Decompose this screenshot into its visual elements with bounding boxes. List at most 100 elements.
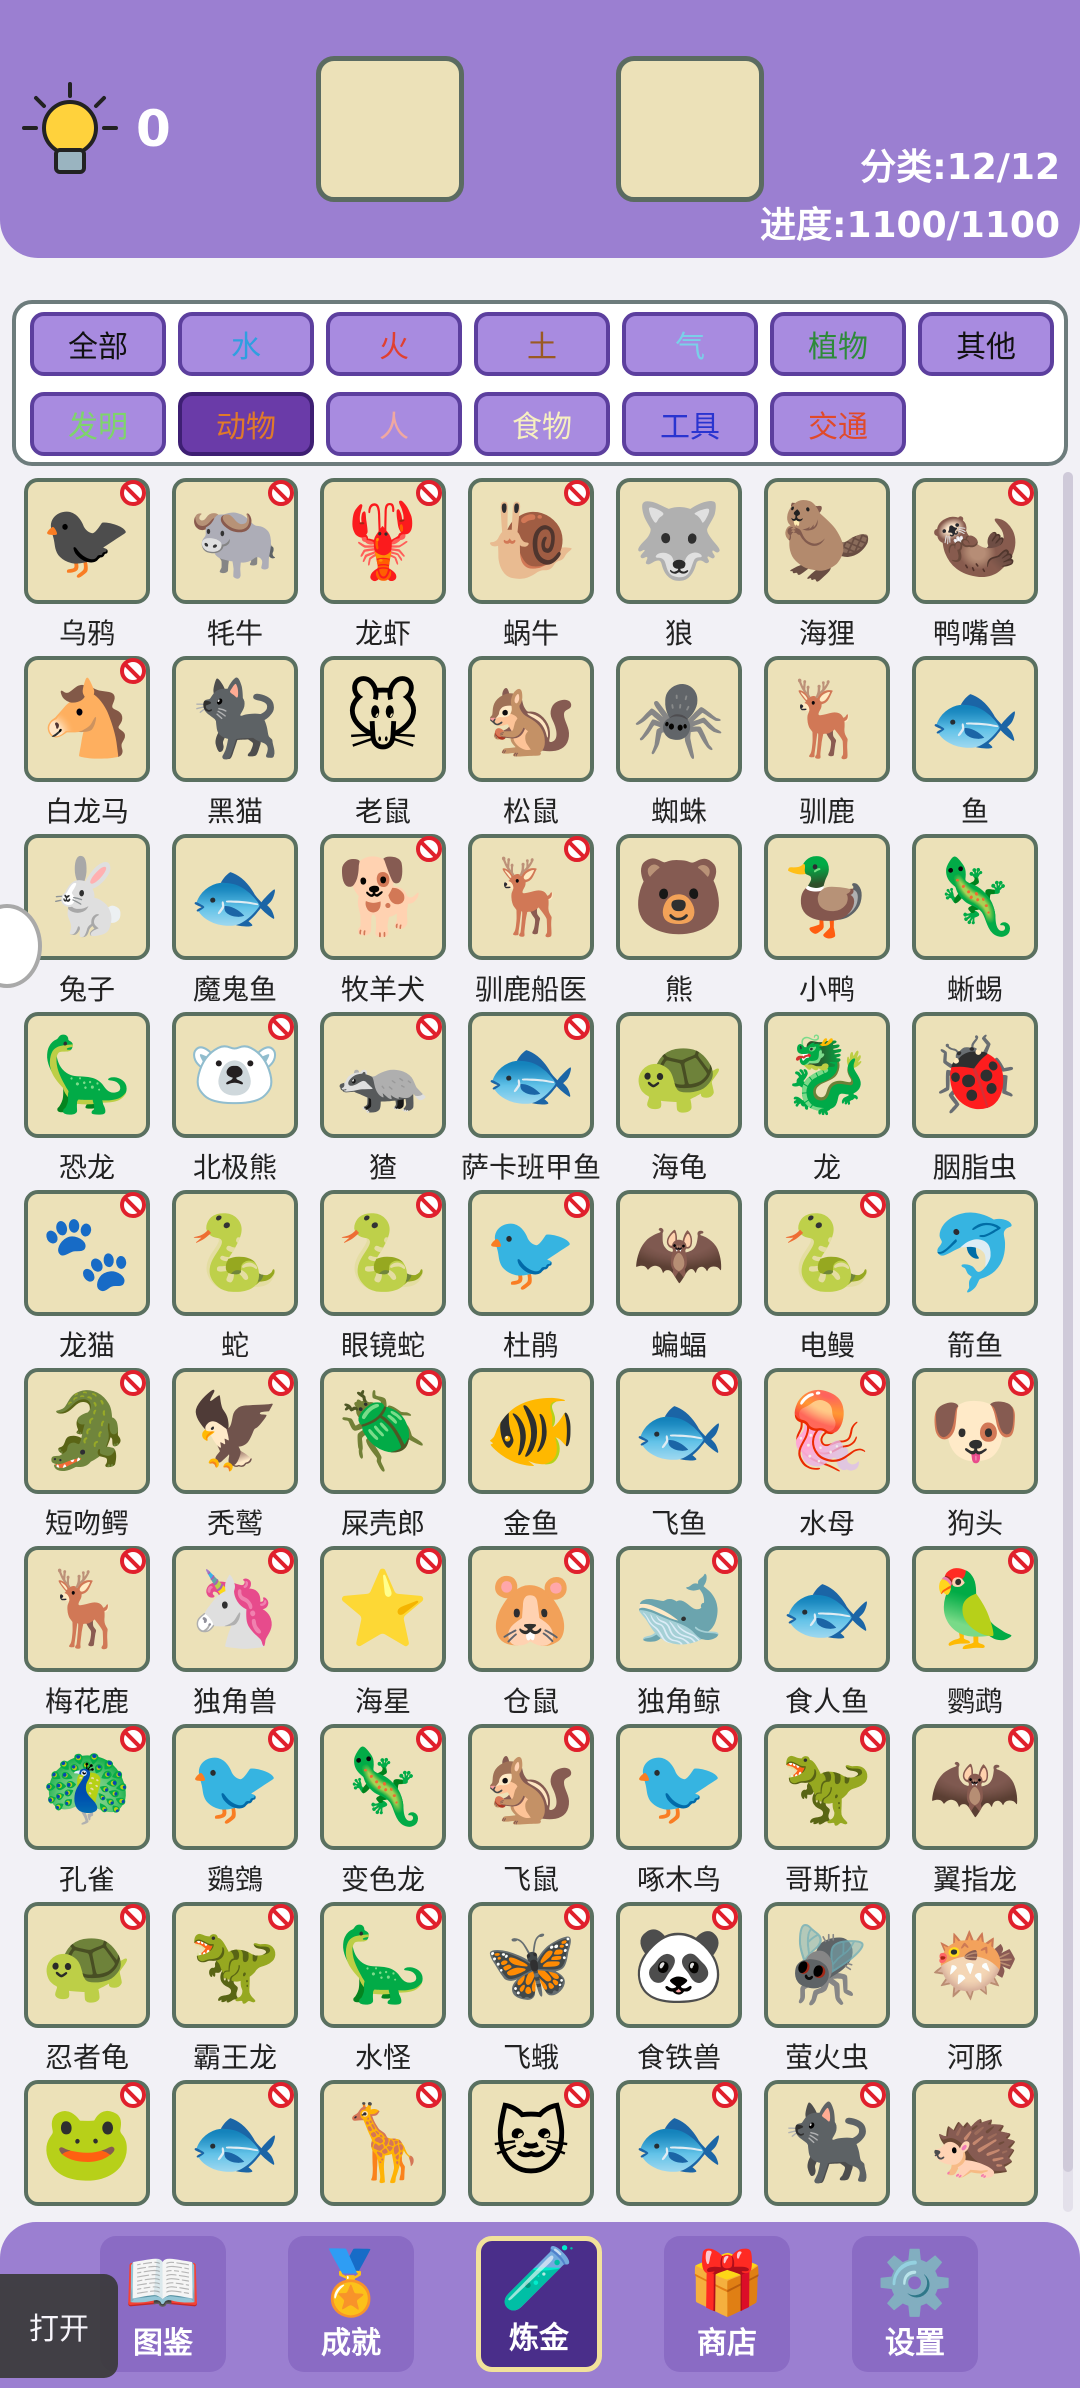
element-card[interactable]: 🦌 梅花鹿 xyxy=(24,1546,172,1724)
element-card[interactable]: 🦋 飞蛾 xyxy=(468,1902,616,2080)
element-icon[interactable]: 🦌 xyxy=(764,656,890,782)
nav-4[interactable]: ⚙️ 设置 xyxy=(852,2236,978,2372)
element-card[interactable]: 🐻 熊 xyxy=(616,834,764,1012)
element-card[interactable]: 🐦 啄木鸟 xyxy=(616,1724,764,1902)
element-card[interactable]: 🐟 魔鬼鱼 xyxy=(172,834,320,1012)
element-card[interactable]: ⭐ 海星 xyxy=(320,1546,468,1724)
grid-scrollbar[interactable] xyxy=(1063,472,1073,2212)
filter-7[interactable]: 发明 xyxy=(30,392,166,456)
element-card[interactable]: 🐢 忍者龟 xyxy=(24,1902,172,2080)
element-icon[interactable]: 🐻 xyxy=(616,834,742,960)
element-card[interactable]: 🐇 兔子 xyxy=(24,834,172,1012)
filter-8[interactable]: 动物 xyxy=(178,392,314,456)
element-card[interactable]: 🪲 屎壳郎 xyxy=(320,1368,468,1546)
element-icon[interactable]: 🕷️ xyxy=(616,656,742,782)
element-card[interactable]: 🦄 独角兽 xyxy=(172,1546,320,1724)
element-card[interactable]: 🐡 河豚 xyxy=(912,1902,1060,2080)
element-icon[interactable]: 🦇 xyxy=(616,1190,742,1316)
element-card[interactable]: 🐶 狗头 xyxy=(912,1368,1060,1546)
filter-10[interactable]: 食物 xyxy=(474,392,610,456)
filter-12[interactable]: 交通 xyxy=(770,392,906,456)
element-icon[interactable]: 🐟 xyxy=(912,656,1038,782)
scroll-thumb[interactable] xyxy=(1063,472,1073,2172)
filter-0[interactable]: 全部 xyxy=(30,312,166,376)
element-card[interactable]: 🦌 驯鹿 xyxy=(764,656,912,834)
element-card[interactable]: 🐭 老鼠 xyxy=(320,656,468,834)
element-card[interactable]: 🐺 狼 xyxy=(616,478,764,656)
element-card[interactable]: 🐕 牧羊犬 xyxy=(320,834,468,1012)
element-card[interactable]: 🐹 仓鼠 xyxy=(468,1546,616,1724)
element-card[interactable]: 🐈‍⬛ 黑猫 xyxy=(172,656,320,834)
element-card[interactable]: 🐟咸鱼 xyxy=(172,2080,320,2212)
filter-11[interactable]: 工具 xyxy=(622,392,758,456)
element-card[interactable]: 🦌 驯鹿船医 xyxy=(468,834,616,1012)
element-card[interactable]: 🦡 猹 xyxy=(320,1012,468,1190)
nav-3[interactable]: 🎁 商店 xyxy=(664,2236,790,2372)
element-card[interactable]: 🦒长颈鹿 xyxy=(320,2080,468,2212)
filter-4[interactable]: 气 xyxy=(622,312,758,376)
element-card[interactable]: 🐍 电鳗 xyxy=(764,1190,912,1368)
nav-1[interactable]: 🏅 成就 xyxy=(288,2236,414,2372)
filter-3[interactable]: 土 xyxy=(474,312,610,376)
element-card[interactable]: 🪼 水母 xyxy=(764,1368,912,1546)
element-card[interactable]: 🦫 海狸 xyxy=(764,478,912,656)
element-icon[interactable]: 🐍 xyxy=(172,1190,298,1316)
element-card[interactable]: 🐍 蛇 xyxy=(172,1190,320,1368)
element-icon[interactable]: 🦕 xyxy=(24,1012,150,1138)
open-button[interactable]: 打开 xyxy=(0,2274,118,2378)
element-card[interactable]: 🦆 小鸭 xyxy=(764,834,912,1012)
element-card[interactable]: 🐊 短吻鳄 xyxy=(24,1368,172,1546)
nav-2[interactable]: 🧪 炼金 xyxy=(476,2236,602,2372)
element-icon[interactable]: 🐇 xyxy=(24,834,150,960)
element-card[interactable]: 🐿️ 飞鼠 xyxy=(468,1724,616,1902)
element-card[interactable]: 🦦 鸭嘴兽 xyxy=(912,478,1060,656)
element-card[interactable]: 🦔刺猬 xyxy=(912,2080,1060,2212)
element-card[interactable]: 🦜 鹦鹉 xyxy=(912,1546,1060,1724)
element-card[interactable]: 🦕 恐龙 xyxy=(24,1012,172,1190)
combine-slot-1[interactable] xyxy=(316,56,464,202)
element-card[interactable]: 🦇 蝙蝠 xyxy=(616,1190,764,1368)
element-card[interactable]: 🦚 孔雀 xyxy=(24,1724,172,1902)
element-icon[interactable]: 🐈‍⬛ xyxy=(172,656,298,782)
element-card[interactable]: 🐟 飞鱼 xyxy=(616,1368,764,1546)
element-card[interactable]: 🦕 水怪 xyxy=(320,1902,468,2080)
element-card[interactable]: 🐟灯笼鱼 xyxy=(616,2080,764,2212)
element-card[interactable]: 🐦 鵎鵼 xyxy=(172,1724,320,1902)
filter-9[interactable]: 人 xyxy=(326,392,462,456)
lightbulb-icon[interactable] xyxy=(22,80,118,180)
element-card[interactable]: 🦎 蜥蜴 xyxy=(912,834,1060,1012)
element-card[interactable]: 🐟 萨卡班甲鱼 xyxy=(461,1012,616,1190)
element-card[interactable]: 🐱猫法 xyxy=(468,2080,616,2212)
element-card[interactable]: 🦇 翼指龙 xyxy=(912,1724,1060,1902)
element-card[interactable]: 🐿️ 松鼠 xyxy=(468,656,616,834)
element-card[interactable]: 🪰 萤火虫 xyxy=(764,1902,912,2080)
filter-6[interactable]: 其他 xyxy=(918,312,1054,376)
filter-1[interactable]: 水 xyxy=(178,312,314,376)
element-card[interactable]: 🐢 海龟 xyxy=(616,1012,764,1190)
element-icon[interactable]: 🐠 xyxy=(468,1368,594,1494)
element-icon[interactable]: 🦎 xyxy=(912,834,1038,960)
element-card[interactable]: 🐟 食人鱼 xyxy=(764,1546,912,1724)
nav-0[interactable]: 📖 图鉴 xyxy=(100,2236,226,2372)
element-card[interactable]: 🐞 胭脂虫 xyxy=(912,1012,1060,1190)
filter-2[interactable]: 火 xyxy=(326,312,462,376)
element-card[interactable]: 🐠 金鱼 xyxy=(468,1368,616,1546)
element-card[interactable]: 🐌 蜗牛 xyxy=(468,478,616,656)
element-card[interactable]: 🐻‍❄️ 北极熊 xyxy=(172,1012,320,1190)
element-card[interactable]: 🐦 杜鹃 xyxy=(468,1190,616,1368)
element-icon[interactable]: 🐞 xyxy=(912,1012,1038,1138)
element-icon[interactable]: 🦫 xyxy=(764,478,890,604)
element-card[interactable]: 🐦‍⬛ 乌鸦 xyxy=(24,478,172,656)
element-card[interactable]: 🐴 白龙马 xyxy=(24,656,172,834)
element-icon[interactable]: 🐟 xyxy=(172,834,298,960)
element-card[interactable]: 🐍 眼镜蛇 xyxy=(320,1190,468,1368)
element-card[interactable]: 🐸青蛙王子 xyxy=(24,2080,172,2212)
element-card[interactable]: 🐼 食铁兽 xyxy=(616,1902,764,2080)
element-icon[interactable]: 🐭 xyxy=(320,656,446,782)
element-card[interactable]: 🦖 霸王龙 xyxy=(172,1902,320,2080)
element-icon[interactable]: 🐟 xyxy=(764,1546,890,1672)
element-card[interactable]: 🦎 变色龙 xyxy=(320,1724,468,1902)
element-card[interactable]: 🦅 秃鹫 xyxy=(172,1368,320,1546)
element-card[interactable]: 🕷️ 蜘蛛 xyxy=(616,656,764,834)
element-icon[interactable]: 🐬 xyxy=(912,1190,1038,1316)
